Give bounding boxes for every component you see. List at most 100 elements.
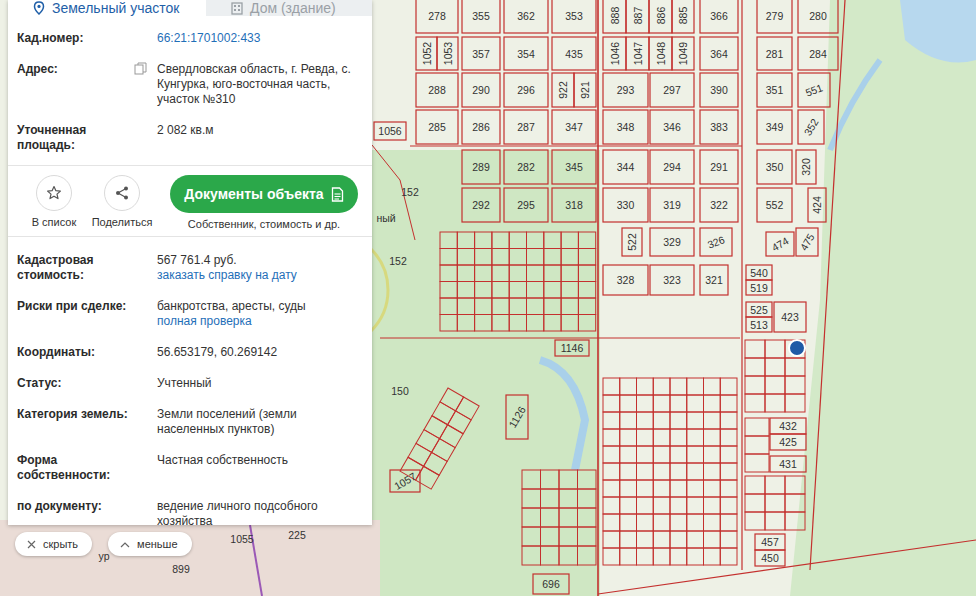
parcel[interactable] xyxy=(653,497,670,514)
parcel[interactable] xyxy=(687,531,704,548)
parcel[interactable] xyxy=(785,494,805,512)
parcel[interactable] xyxy=(457,265,474,282)
parcel[interactable] xyxy=(720,463,737,480)
parcel[interactable] xyxy=(492,249,509,266)
parcel[interactable]: 1048 xyxy=(649,37,672,70)
parcel[interactable] xyxy=(687,463,704,480)
parcel[interactable] xyxy=(475,265,492,282)
parcel[interactable] xyxy=(720,395,737,412)
parcel[interactable] xyxy=(745,476,765,494)
parcel[interactable] xyxy=(653,548,670,565)
parcel[interactable] xyxy=(653,514,670,531)
parcel[interactable] xyxy=(704,395,721,412)
parcel[interactable] xyxy=(620,463,637,480)
parcel[interactable] xyxy=(440,388,464,411)
parcel[interactable] xyxy=(541,527,560,546)
parcel[interactable] xyxy=(541,508,560,527)
parcel[interactable]: 318 xyxy=(552,188,596,222)
parcel[interactable]: 390 xyxy=(700,73,738,107)
parcel[interactable]: 1126 xyxy=(506,395,528,439)
parcel[interactable] xyxy=(620,480,637,497)
parcel[interactable] xyxy=(620,497,637,514)
parcel[interactable] xyxy=(475,315,492,332)
parcel[interactable] xyxy=(509,249,526,266)
parcel[interactable] xyxy=(578,232,595,249)
parcel[interactable] xyxy=(637,463,654,480)
parcel[interactable] xyxy=(457,282,474,299)
parcel[interactable] xyxy=(440,315,457,332)
parcel[interactable] xyxy=(704,480,721,497)
parcel[interactable] xyxy=(603,548,620,565)
parcel[interactable] xyxy=(765,512,785,530)
parcel[interactable] xyxy=(509,232,526,249)
parcel[interactable] xyxy=(578,508,597,527)
parcel[interactable] xyxy=(544,315,561,332)
parcel[interactable] xyxy=(745,340,765,358)
parcel[interactable] xyxy=(637,378,654,395)
parcel[interactable] xyxy=(440,298,457,315)
copy-icon[interactable] xyxy=(134,62,147,75)
parcel[interactable] xyxy=(704,412,721,429)
parcel[interactable]: 1047 xyxy=(626,37,649,70)
parcel[interactable] xyxy=(765,376,785,394)
parcel[interactable]: 921 xyxy=(574,73,596,107)
parcel[interactable]: 522 xyxy=(622,228,642,256)
parcel[interactable] xyxy=(670,514,687,531)
parcel[interactable] xyxy=(440,265,457,282)
parcel[interactable]: 887 xyxy=(626,0,649,33)
parcel[interactable]: 328 xyxy=(603,265,648,295)
parcel[interactable] xyxy=(603,463,620,480)
parcel[interactable] xyxy=(492,265,509,282)
parcel[interactable] xyxy=(424,452,448,475)
parcel[interactable] xyxy=(687,429,704,446)
parcel[interactable] xyxy=(432,402,456,425)
parcel[interactable] xyxy=(765,494,785,512)
parcel[interactable] xyxy=(509,282,526,299)
parcel[interactable] xyxy=(745,358,765,376)
parcel[interactable] xyxy=(620,378,637,395)
parcel[interactable]: 329 xyxy=(650,228,694,256)
parcel[interactable]: 282 xyxy=(504,150,548,184)
parcel[interactable]: 355 xyxy=(462,0,500,33)
parcel[interactable]: 344 xyxy=(603,150,648,184)
parcel[interactable] xyxy=(637,497,654,514)
parcel[interactable] xyxy=(578,546,597,565)
parcel[interactable] xyxy=(603,395,620,412)
parcel[interactable] xyxy=(637,446,654,463)
parcel[interactable]: 513 xyxy=(746,317,772,332)
parcel[interactable]: 326 xyxy=(700,228,732,256)
field-link[interactable]: полная проверка xyxy=(157,314,363,329)
parcel[interactable] xyxy=(440,249,457,266)
parcel[interactable] xyxy=(522,489,541,508)
parcel[interactable]: 1049 xyxy=(672,37,694,70)
parcel[interactable]: 696 xyxy=(533,574,569,594)
parcel[interactable]: 922 xyxy=(552,73,574,107)
parcel[interactable] xyxy=(578,249,595,266)
parcel[interactable] xyxy=(670,497,687,514)
parcel[interactable] xyxy=(544,282,561,299)
parcel[interactable]: 322 xyxy=(700,188,738,222)
parcel[interactable]: 423 xyxy=(774,302,806,332)
parcel[interactable] xyxy=(527,249,544,266)
parcel[interactable]: 1057 xyxy=(390,470,420,492)
parcel[interactable]: 347 xyxy=(552,110,596,144)
parcel[interactable] xyxy=(509,265,526,282)
parcel[interactable] xyxy=(541,470,560,489)
parcel[interactable]: 1146 xyxy=(555,340,589,356)
parcel[interactable] xyxy=(578,527,597,546)
parcel[interactable]: 321 xyxy=(700,265,728,295)
parcel[interactable] xyxy=(687,446,704,463)
parcel[interactable]: 353 xyxy=(552,0,596,33)
parcel[interactable] xyxy=(440,282,457,299)
parcel[interactable]: 295 xyxy=(504,188,548,222)
parcel[interactable] xyxy=(637,480,654,497)
parcel[interactable] xyxy=(620,548,637,565)
parcel[interactable] xyxy=(559,527,578,546)
parcel[interactable] xyxy=(637,531,654,548)
parcel[interactable] xyxy=(745,376,765,394)
parcel[interactable] xyxy=(704,429,721,446)
parcel[interactable] xyxy=(720,378,737,395)
parcel[interactable] xyxy=(720,429,737,446)
action-button[interactable]: Поделиться xyxy=(88,175,156,228)
parcel[interactable]: 431 xyxy=(770,456,806,472)
